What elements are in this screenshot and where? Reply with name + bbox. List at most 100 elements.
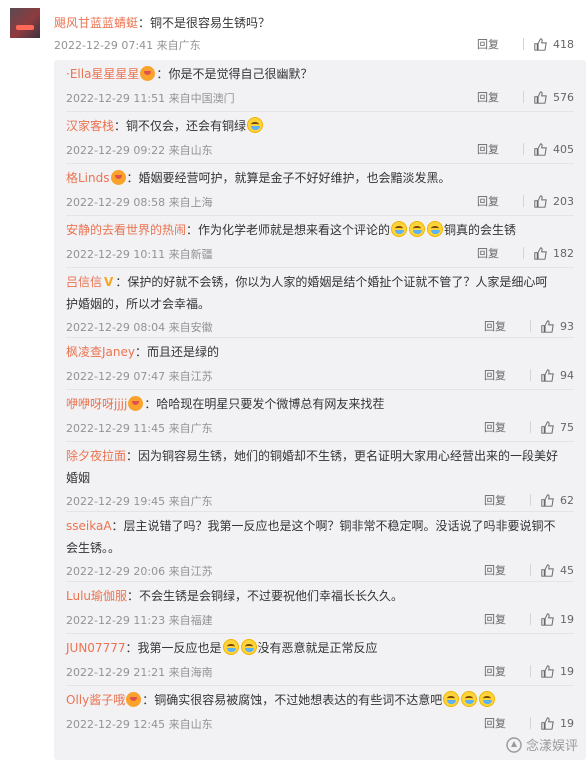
comment-body: 你是不是觉得自己很幽默？ bbox=[168, 67, 313, 81]
reply-text: Lulu瑜伽服：不会生锈是会铜绿，不过要祝他们幸福长长久久。 bbox=[66, 589, 404, 603]
reply-button[interactable]: 回复 bbox=[484, 715, 506, 731]
comment-body-cont: 铜真的会生锈 bbox=[444, 223, 517, 237]
thumb-up-icon[interactable] bbox=[541, 716, 554, 730]
like-count: 45 bbox=[560, 563, 574, 577]
reply-button[interactable]: 回复 bbox=[477, 141, 499, 157]
avatar[interactable] bbox=[10, 8, 40, 38]
laugh-cry-emoji-icon bbox=[461, 691, 478, 707]
reply-button[interactable]: 回复 bbox=[477, 193, 499, 209]
like-count: 418 bbox=[553, 37, 574, 51]
comment-body: 婚姻要经营呵护，就算是金子不好好维护，也会黯淡发黑。 bbox=[138, 171, 451, 185]
username[interactable]: 咿咿呀呀jjjj bbox=[66, 397, 127, 411]
username[interactable]: 除夕夜拉面 bbox=[66, 449, 126, 463]
top-comment: 飓风甘蓝蓝蜻蜓：铜不是很容易生锈吗？ 2022-12-29 07:41 来自广东… bbox=[0, 0, 586, 58]
reply-item: Lulu瑜伽服：不会生锈是会铜绿，不过要祝他们幸福长长久久。 2022-12-29… bbox=[54, 582, 586, 634]
laugh-cry-emoji-icon bbox=[222, 639, 239, 655]
username[interactable]: 安静的去看世界的热闹 bbox=[66, 223, 186, 237]
thumb-up-icon[interactable] bbox=[541, 612, 554, 626]
reply-button[interactable]: 回复 bbox=[484, 492, 506, 508]
comment-body: 铜确实很容易被腐蚀，不过她想表达的有些词不达意吧 bbox=[154, 693, 443, 707]
username[interactable]: 汉家客栈 bbox=[66, 119, 114, 133]
timestamp: 2022-12-29 08:58 bbox=[66, 196, 166, 209]
reply-item: 格Linds ：婚姻要经营呵护，就算是金子不好好维护，也会黯淡发黑。 2022-12… bbox=[54, 164, 586, 216]
timestamp: 2022-12-29 11:51 bbox=[66, 92, 166, 105]
reply-actions: 回复 576 bbox=[477, 89, 574, 105]
reply-meta: 2022-12-29 20:06 来自江苏 bbox=[66, 563, 213, 579]
reply-text-line2: 会生锈。。 bbox=[66, 541, 121, 555]
reply-item: 汉家客栈：铜不仅会，还会有铜绿 2022-12-29 09:22 来自山东 回复 40… bbox=[54, 112, 586, 164]
timestamp: 2022-12-29 21:21 bbox=[66, 666, 166, 679]
reply-item: JUN07777：我第一反应也是 没有恶意就是正常反应 2022-12-29 21:… bbox=[54, 634, 586, 686]
thumb-up-icon[interactable] bbox=[534, 90, 547, 104]
thumb-up-icon[interactable] bbox=[541, 319, 554, 333]
member-badge-icon bbox=[128, 396, 144, 411]
reply-meta: 2022-12-29 19:45 来自广东 bbox=[66, 493, 213, 509]
username[interactable]: 飓风甘蓝蓝蜻蜓 bbox=[54, 16, 138, 30]
reply-button[interactable]: 回复 bbox=[484, 562, 506, 578]
comment-actions: 回复 418 bbox=[477, 36, 574, 52]
reply-button[interactable]: 回复 bbox=[484, 419, 506, 435]
thumb-up-icon[interactable] bbox=[534, 37, 547, 51]
timestamp: 2022-12-29 11:45 bbox=[66, 422, 166, 435]
thumb-up-icon[interactable] bbox=[541, 493, 554, 507]
like-count: 19 bbox=[560, 716, 574, 730]
reply-meta: 2022-12-29 11:23 来自福建 bbox=[66, 612, 213, 628]
reply-button[interactable]: 回复 bbox=[477, 36, 499, 52]
like-count: 62 bbox=[560, 493, 574, 507]
timestamp: 2022-12-29 11:23 bbox=[66, 614, 166, 627]
reply-meta: 2022-12-29 08:58 来自上海 bbox=[66, 194, 213, 210]
reply-meta: 2022-12-29 07:47 来自江苏 bbox=[66, 368, 213, 384]
username[interactable]: 吕信信 bbox=[66, 275, 102, 289]
comment-body: 保护的好就不会锈，你以为人家的婚姻是结个婚扯个证就不管了？人家是细心呵 bbox=[127, 275, 548, 289]
comment-body-cont: 没有恶意就是正常反应 bbox=[257, 641, 378, 655]
timestamp: 2022-12-29 20:06 bbox=[66, 565, 166, 578]
timestamp: 2022-12-29 07:41 bbox=[54, 39, 154, 52]
reply-button[interactable]: 回复 bbox=[477, 245, 499, 261]
username[interactable]: sseikaA bbox=[66, 519, 112, 533]
location: 来自广东 bbox=[156, 39, 201, 52]
reply-button[interactable]: 回复 bbox=[484, 663, 506, 679]
top-comment-text: 飓风甘蓝蓝蜻蜓：铜不是很容易生锈吗？ bbox=[54, 16, 271, 30]
reply-meta: 2022-12-29 11:45 来自广东 bbox=[66, 420, 213, 436]
like-count: 19 bbox=[560, 612, 574, 626]
reply-text: 安静的去看世界的热闹：作为化学老师就是想来看这个评论的 铜真的会生锈 bbox=[66, 221, 517, 237]
verified-badge-icon: V bbox=[104, 275, 114, 289]
timestamp: 2022-12-29 10:11 bbox=[66, 248, 166, 261]
location: 来自新疆 bbox=[168, 248, 213, 261]
location: 来自福建 bbox=[168, 614, 213, 627]
reply-item: 吕信信 V ：保护的好就不会锈，你以为人家的婚姻是结个婚扯个证就不管了？人家是细心呵… bbox=[54, 268, 586, 338]
thumb-up-icon[interactable] bbox=[534, 246, 547, 260]
comment-body: 我第一反应也是 bbox=[137, 641, 222, 655]
member-badge-icon bbox=[140, 66, 156, 81]
reply-actions: 回复 93 bbox=[484, 318, 574, 334]
reply-button[interactable]: 回复 bbox=[477, 89, 499, 105]
thumb-up-icon[interactable] bbox=[541, 420, 554, 434]
laugh-cry-emoji-icon bbox=[247, 117, 264, 133]
location: 来自江苏 bbox=[168, 565, 213, 578]
reply-actions: 回复 62 bbox=[484, 492, 574, 508]
thumb-up-icon[interactable] bbox=[534, 194, 547, 208]
username[interactable]: JUN07777 bbox=[66, 641, 125, 655]
thumb-up-icon[interactable] bbox=[541, 563, 554, 577]
username[interactable]: 枫凌查Janey bbox=[66, 345, 135, 359]
member-badge-icon bbox=[110, 170, 126, 185]
comment-meta: 2022-12-29 07:41 来自广东 bbox=[54, 37, 201, 53]
username[interactable]: 格Linds bbox=[66, 171, 110, 185]
thumb-up-icon[interactable] bbox=[541, 368, 554, 382]
reply-button[interactable]: 回复 bbox=[484, 611, 506, 627]
member-badge-icon bbox=[126, 692, 142, 707]
comment-body: 铜不是很容易生锈吗？ bbox=[150, 16, 271, 30]
thumb-up-icon[interactable] bbox=[534, 142, 547, 156]
reply-panel: ·Ella星星星星 ：你是不是觉得自己很幽默？ 2022-12-29 11:51 来… bbox=[54, 60, 586, 760]
username[interactable]: Lulu瑜伽服 bbox=[66, 589, 127, 603]
watermark-logo-icon bbox=[506, 736, 522, 753]
laugh-cry-emoji-icon bbox=[427, 221, 444, 237]
location: 来自安徽 bbox=[168, 321, 213, 334]
reply-actions: 回复 94 bbox=[484, 367, 574, 383]
reply-button[interactable]: 回复 bbox=[484, 367, 506, 383]
username[interactable]: Olly酱子哦 bbox=[66, 693, 125, 707]
username[interactable]: ·Ella星星星星 bbox=[66, 67, 139, 81]
reply-text: sseikaA：层主说错了吗？我第一反应也是这个啊？铜非常不稳定啊。没话说了吗非… bbox=[66, 519, 556, 533]
thumb-up-icon[interactable] bbox=[541, 664, 554, 678]
reply-button[interactable]: 回复 bbox=[484, 318, 506, 334]
